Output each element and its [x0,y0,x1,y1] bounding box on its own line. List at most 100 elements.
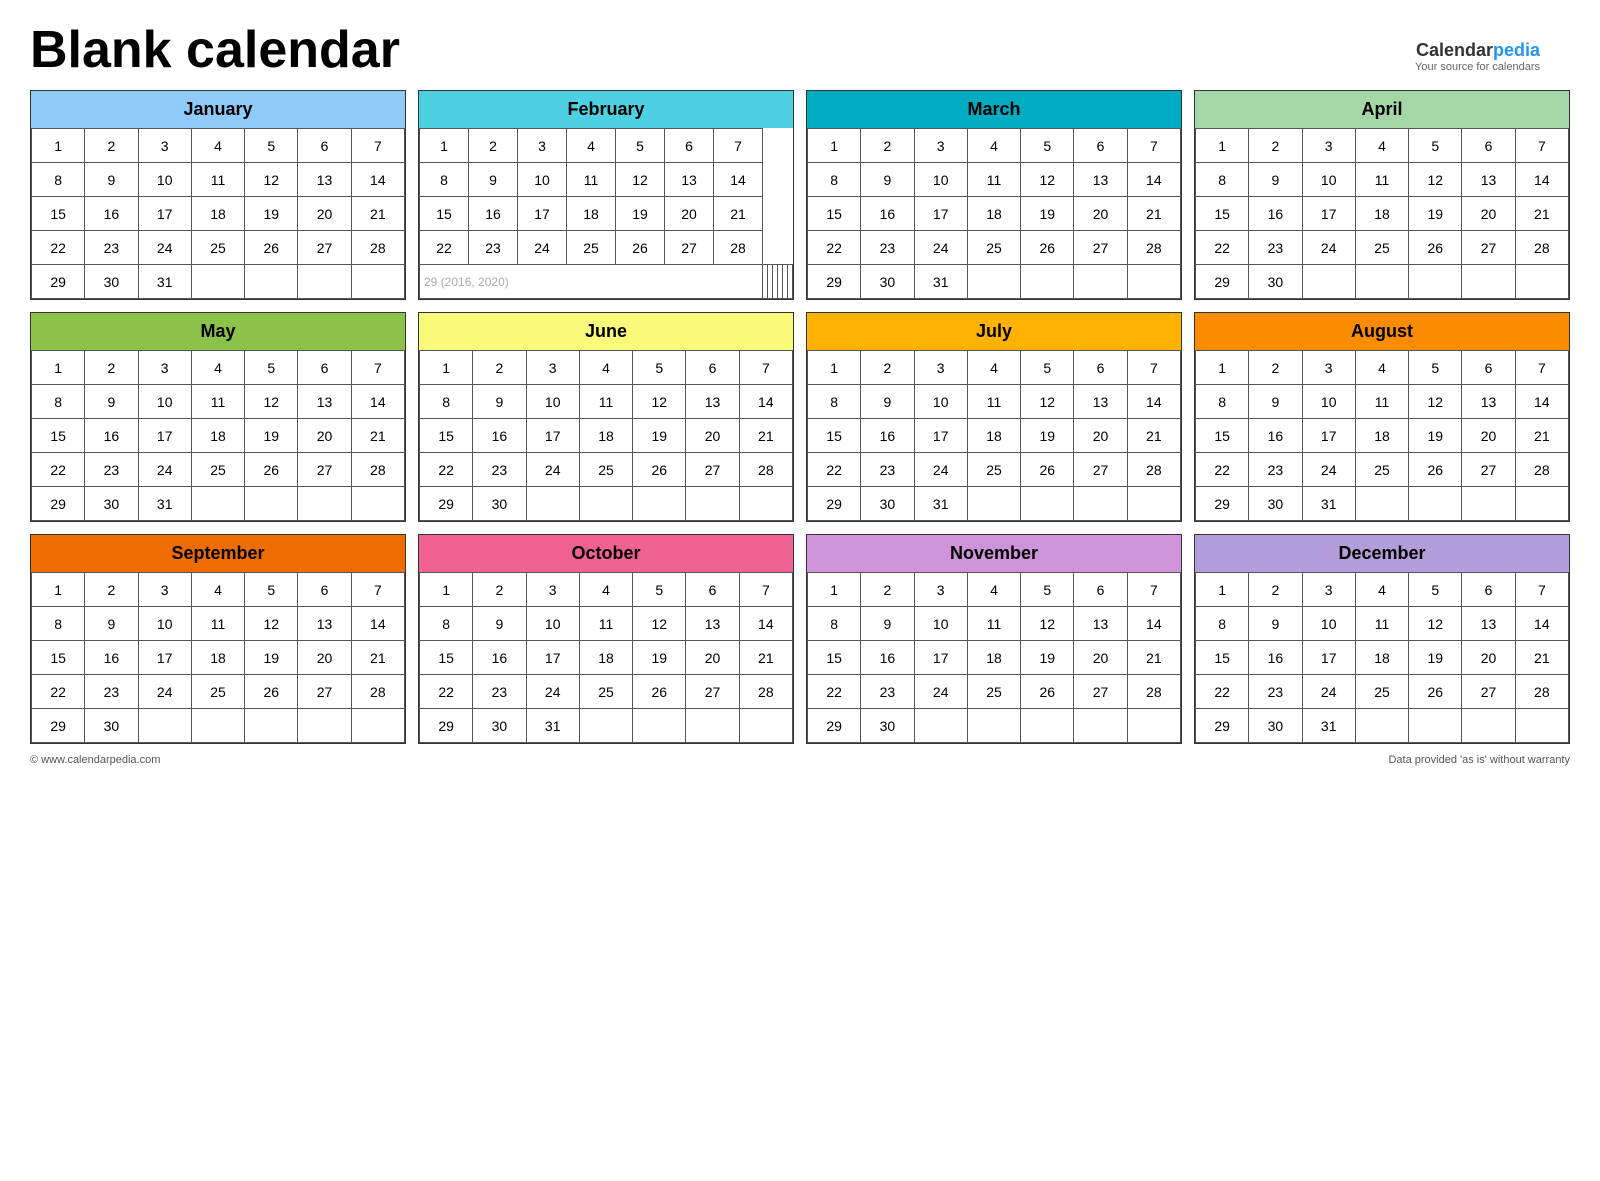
day-cell [245,265,298,299]
day-cell: 14 [739,385,792,419]
day-cell: 15 [1196,419,1249,453]
day-cell: 23 [85,453,138,487]
table-row: 891011121314 [808,385,1181,419]
day-cell: 15 [32,641,85,675]
day-cell: 11 [967,607,1020,641]
table-row: 891011121314 [1196,607,1569,641]
day-cell: 7 [714,129,763,163]
day-cell: 5 [1409,573,1462,607]
day-cell: 18 [579,641,632,675]
day-cell: 28 [739,453,792,487]
day-cell: 27 [686,453,739,487]
day-cell: 29 [420,709,473,743]
day-cell: 3 [914,129,967,163]
day-cell: 13 [298,607,351,641]
day-cell: 24 [526,675,579,709]
table-row: 15161718192021 [1196,197,1569,231]
day-cell: 2 [473,351,526,385]
day-cell [298,487,351,521]
day-cell: 20 [1462,419,1515,453]
month-header-october: October [419,535,793,572]
day-cell: 11 [1355,385,1408,419]
day-cell: 27 [665,231,714,265]
day-cell: 28 [1127,231,1180,265]
day-cell: 2 [1249,129,1302,163]
day-cell: 20 [665,197,714,231]
day-cell: 17 [1302,419,1355,453]
day-cell: 12 [245,607,298,641]
day-cell: 25 [191,453,244,487]
day-cell: 21 [739,641,792,675]
day-cell [526,487,579,521]
day-cell: 29 [808,487,861,521]
table-row: 891011121314 [420,607,793,641]
month-grid-august: 1234567891011121314151617181920212223242… [1195,350,1569,521]
month-grid-january: 1234567891011121314151617181920212223242… [31,128,405,299]
day-cell: 25 [579,675,632,709]
table-row: 2930 [420,487,793,521]
month-grid-october: 1234567891011121314151617181920212223242… [419,572,793,743]
day-cell: 9 [1249,607,1302,641]
day-cell: 14 [1127,163,1180,197]
day-cell: 1 [420,351,473,385]
table-row: 22232425262728 [808,453,1181,487]
day-cell [967,709,1020,743]
day-cell [245,709,298,743]
month-grid-march: 1234567891011121314151617181920212223242… [807,128,1181,299]
day-cell: 5 [1021,573,1074,607]
day-cell: 24 [914,453,967,487]
day-cell: 22 [420,231,469,265]
day-cell: 13 [686,385,739,419]
day-cell: 8 [1196,385,1249,419]
table-row: 891011121314 [808,607,1181,641]
day-cell: 19 [1409,419,1462,453]
table-row: 891011121314 [32,385,405,419]
day-cell: 21 [1127,641,1180,675]
day-cell: 3 [526,573,579,607]
day-cell: 1 [1196,351,1249,385]
day-cell: 1 [1196,129,1249,163]
table-row: 22232425262728 [1196,231,1569,265]
month-header-july: July [807,313,1181,350]
day-cell: 20 [1462,197,1515,231]
day-cell: 21 [1515,419,1568,453]
day-cell: 9 [861,163,914,197]
day-cell [633,487,686,521]
day-cell: 6 [686,351,739,385]
day-cell [1409,265,1462,299]
day-cell: 17 [914,641,967,675]
day-cell: 29 [32,487,85,521]
day-cell [1074,487,1127,521]
day-cell [351,709,404,743]
month-header-may: May [31,313,405,350]
day-cell: 8 [420,607,473,641]
logo-calendar-text: Calendarpedia [1416,40,1540,60]
month-block-january: January123456789101112131415161718192021… [30,90,406,300]
day-cell: 4 [1355,573,1408,607]
day-cell [1127,487,1180,521]
day-cell: 20 [1074,197,1127,231]
footer-left: © www.calendarpedia.com [30,754,160,766]
table-row: 29 (2016, 2020) [420,265,793,299]
day-cell: 21 [1515,197,1568,231]
month-block-july: July123456789101112131415161718192021222… [806,312,1182,522]
day-cell: 16 [473,641,526,675]
day-cell: 2 [473,573,526,607]
day-cell: 16 [861,419,914,453]
day-cell: 29 [32,265,85,299]
day-cell [351,265,404,299]
day-cell: 15 [1196,197,1249,231]
day-cell: 21 [1127,419,1180,453]
day-cell: 31 [138,487,191,521]
day-cell: 12 [1021,385,1074,419]
month-block-november: November12345678910111213141516171819202… [806,534,1182,744]
day-cell: 7 [351,573,404,607]
day-cell: 25 [1355,231,1408,265]
day-cell: 18 [191,197,244,231]
day-cell: 30 [1249,709,1302,743]
day-cell: 1 [32,351,85,385]
day-cell: 15 [1196,641,1249,675]
month-block-august: August1234567891011121314151617181920212… [1194,312,1570,522]
day-cell: 12 [1409,607,1462,641]
day-cell [1515,265,1568,299]
